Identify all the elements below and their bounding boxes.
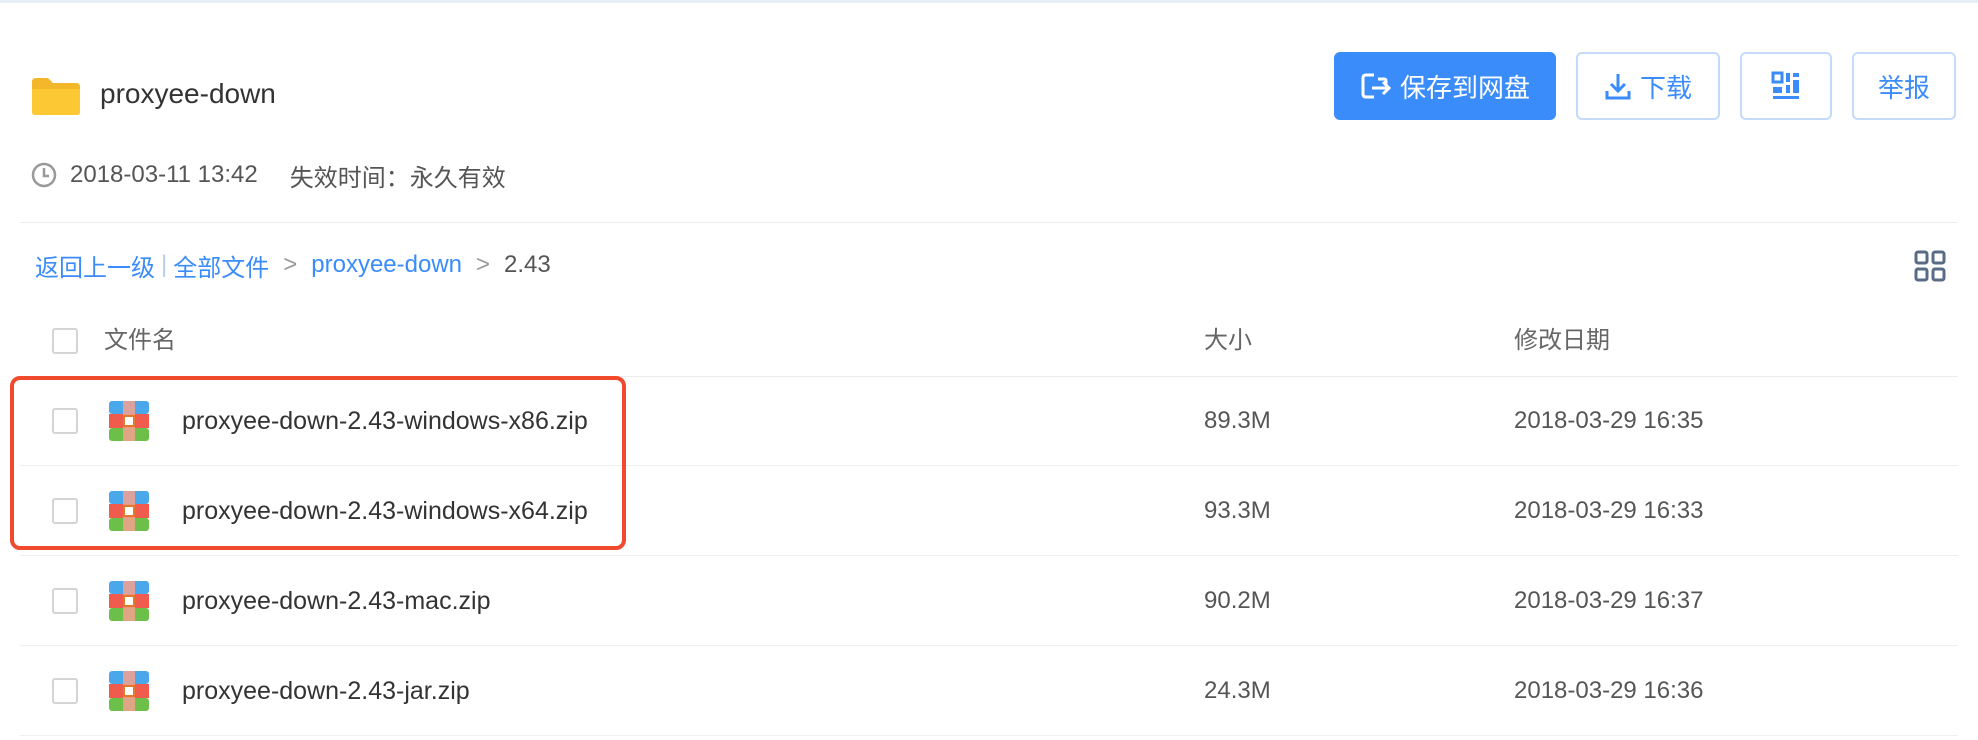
breadcrumb-separator: > bbox=[283, 251, 298, 278]
select-all-checkbox[interactable] bbox=[52, 328, 78, 354]
zip-file-icon bbox=[109, 671, 149, 711]
report-button[interactable]: 举报 bbox=[1852, 52, 1956, 120]
share-page: proxyee-down 保存到网盘 下载 举报 2018-03-11 13:4… bbox=[0, 0, 1978, 740]
breadcrumb-divider: | bbox=[161, 251, 168, 278]
breadcrumb-separator: > bbox=[476, 251, 491, 278]
column-header-date[interactable]: 修改日期 bbox=[1514, 326, 1610, 356]
share-title: proxyee-down bbox=[100, 78, 276, 109]
file-size: 24.3M bbox=[1204, 677, 1271, 704]
download-icon bbox=[1605, 74, 1631, 100]
qrcode-icon bbox=[1771, 71, 1799, 99]
header-divider bbox=[20, 222, 1958, 223]
row-divider bbox=[20, 735, 1958, 736]
file-date: 2018-03-29 16:35 bbox=[1514, 407, 1704, 434]
zip-file-icon bbox=[109, 581, 149, 621]
folder-icon bbox=[32, 78, 80, 115]
annotation-highlight-box bbox=[10, 376, 626, 550]
breadcrumb: 返回上一级 | 全部文件 > proxyee-down > 2.43 bbox=[35, 248, 551, 282]
file-size: 90.2M bbox=[1204, 587, 1271, 614]
breadcrumb-all-files-link[interactable]: 全部文件 bbox=[173, 248, 269, 283]
file-date: 2018-03-29 16:33 bbox=[1514, 497, 1704, 524]
row-checkbox[interactable] bbox=[52, 588, 78, 614]
grid-view-icon[interactable] bbox=[1914, 250, 1946, 282]
save-button-label: 保存到网盘 bbox=[1399, 72, 1530, 103]
report-button-label: 举报 bbox=[1877, 72, 1930, 103]
download-button[interactable]: 下载 bbox=[1576, 52, 1720, 120]
clock-icon bbox=[31, 162, 57, 188]
breadcrumb-current: 2.43 bbox=[504, 251, 551, 278]
row-checkbox[interactable] bbox=[52, 678, 78, 704]
expire-time: 失效时间：永久有效 bbox=[289, 164, 506, 192]
column-header-size[interactable]: 大小 bbox=[1204, 326, 1252, 356]
top-border bbox=[0, 0, 1978, 3]
column-header-name[interactable]: 文件名 bbox=[104, 326, 176, 356]
table-row[interactable]: proxyee-down-2.43-mac.zip 90.2M 2018-03-… bbox=[20, 556, 1958, 646]
download-button-label: 下载 bbox=[1639, 72, 1692, 103]
share-meta: 2018-03-11 13:42 失效时间：永久有效 bbox=[30, 158, 506, 192]
table-row[interactable]: proxyee-down-2.43-jar.zip 24.3M 2018-03-… bbox=[20, 646, 1958, 736]
file-date: 2018-03-29 16:36 bbox=[1514, 677, 1704, 704]
save-icon bbox=[1361, 73, 1392, 99]
file-name[interactable]: proxyee-down-2.43-jar.zip bbox=[182, 676, 470, 706]
breadcrumb-back-link[interactable]: 返回上一级 bbox=[35, 248, 155, 283]
file-date: 2018-03-29 16:37 bbox=[1514, 587, 1704, 614]
created-time: 2018-03-11 13:42 bbox=[70, 161, 258, 188]
file-size: 89.3M bbox=[1204, 407, 1271, 434]
breadcrumb-folder-link[interactable]: proxyee-down bbox=[311, 251, 462, 279]
qrcode-button[interactable] bbox=[1740, 52, 1832, 120]
file-name[interactable]: proxyee-down-2.43-mac.zip bbox=[182, 586, 490, 616]
file-size: 93.3M bbox=[1204, 497, 1271, 524]
save-to-cloud-button[interactable]: 保存到网盘 bbox=[1334, 52, 1556, 120]
